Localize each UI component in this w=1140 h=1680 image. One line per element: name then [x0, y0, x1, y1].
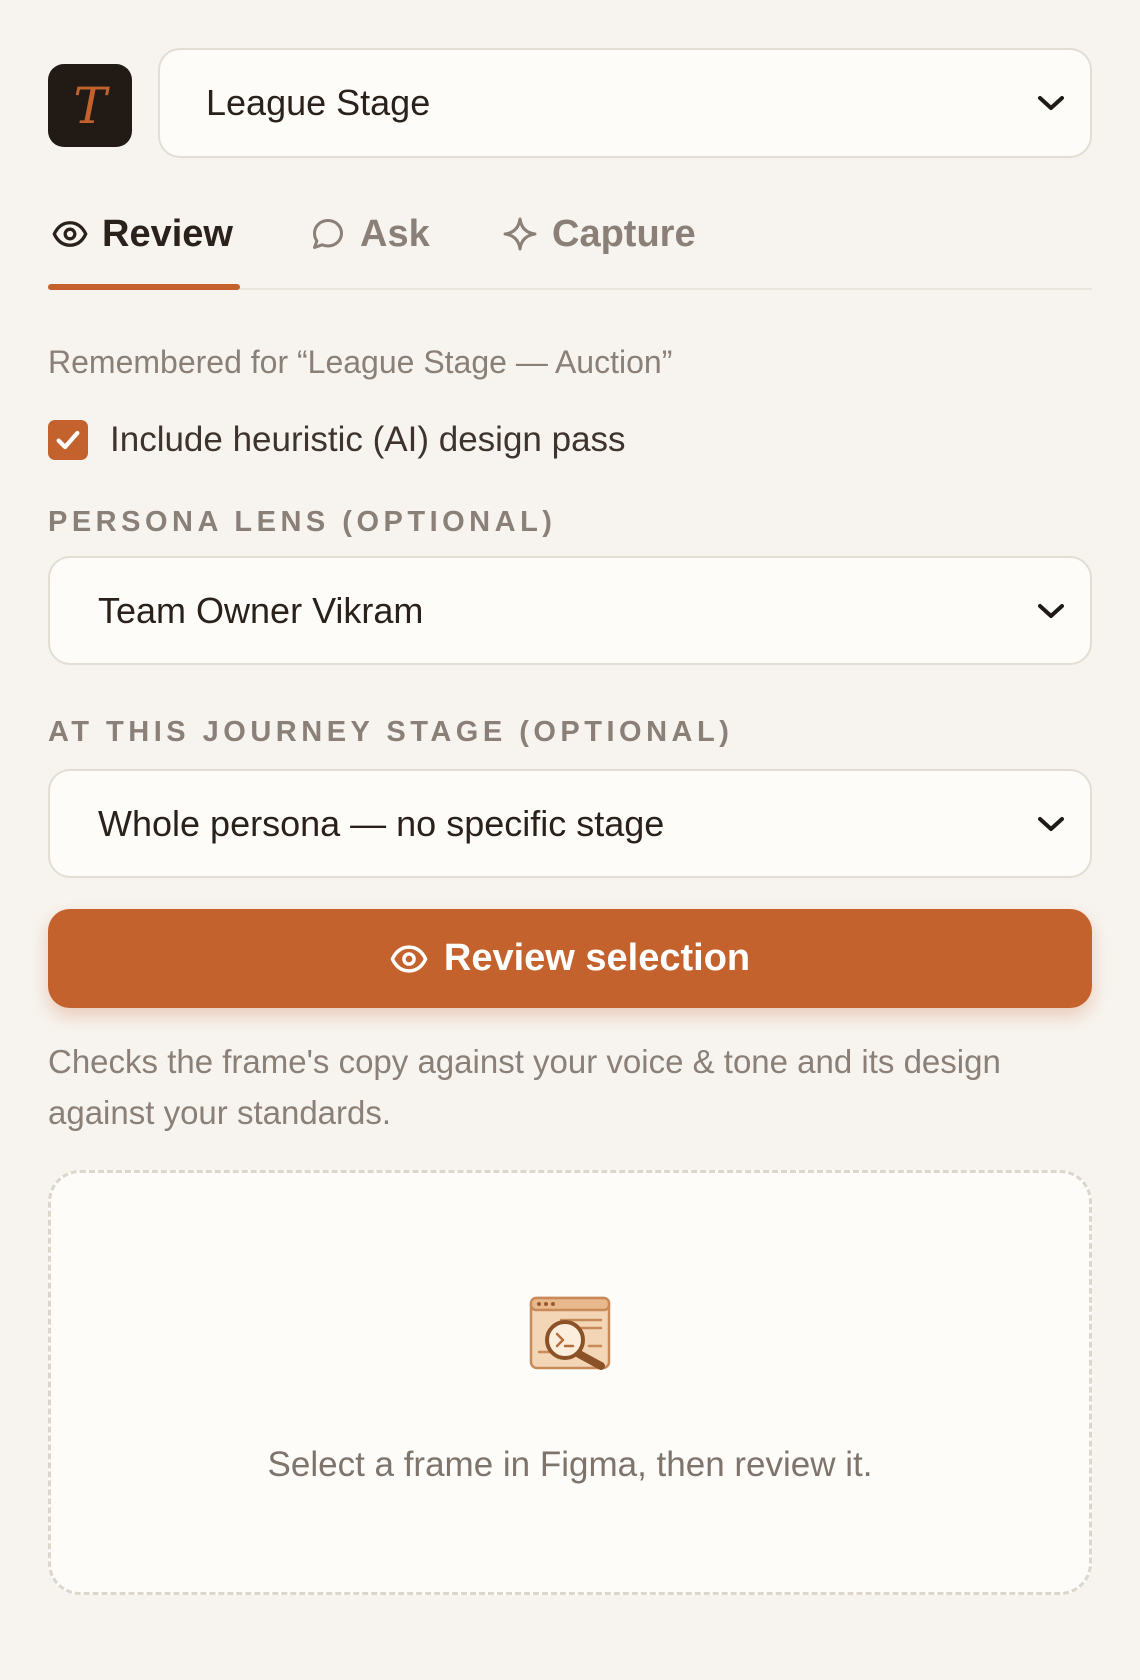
tab-ask-label: Ask [360, 212, 430, 255]
chevron-down-icon [1038, 603, 1064, 618]
empty-state-text: Select a frame in Figma, then review it. [267, 1445, 873, 1484]
review-selection-label: Review selection [443, 937, 751, 979]
project-select[interactable]: League Stage [158, 48, 1092, 158]
tab-capture[interactable]: Capture [502, 210, 696, 258]
heuristic-checkbox-label: Include heuristic (AI) design pass [110, 420, 626, 459]
journey-stage-label: AT THIS JOURNEY STAGE (OPTIONAL) [48, 716, 734, 748]
review-helper-text: Checks the frame's copy against your voi… [48, 1043, 1001, 1131]
persona-lens-label: PERSONA LENS (OPTIONAL) [48, 506, 557, 538]
journey-stage-select[interactable]: Whole persona — no specific stage [48, 769, 1092, 878]
logo-letter: T [73, 76, 107, 135]
journey-stage-select-value: Whole persona — no specific stage [98, 802, 665, 844]
review-panel: T League Stage Review Ask Capture Rememb… [0, 0, 1140, 1680]
checkmark-icon [56, 430, 80, 450]
remembered-context: Remembered for “League Stage — Auction” [48, 344, 673, 380]
review-selection-button[interactable]: Review selection [48, 909, 1092, 1008]
app-logo: T [48, 64, 132, 147]
persona-select[interactable]: Team Owner Vikram [48, 556, 1092, 665]
sparkle-icon [503, 217, 537, 251]
chevron-down-icon [1038, 816, 1064, 831]
tab-bar: Review Ask Capture [48, 200, 1092, 290]
chevron-down-icon [1038, 96, 1064, 110]
eye-icon [390, 944, 428, 973]
persona-select-value: Team Owner Vikram [98, 589, 424, 631]
tab-review[interactable]: Review [52, 210, 233, 258]
empty-state-card: Select a frame in Figma, then review it. [48, 1170, 1092, 1595]
project-select-value: League Stage [206, 82, 431, 123]
eye-icon [52, 221, 88, 247]
heuristic-checkbox-row[interactable]: Include heuristic (AI) design pass [48, 420, 626, 460]
heuristic-checkbox[interactable] [48, 420, 88, 460]
speech-bubble-icon [313, 219, 343, 249]
tab-capture-label: Capture [552, 212, 696, 255]
tab-ask[interactable]: Ask [310, 210, 430, 258]
active-tab-indicator [48, 284, 240, 290]
tab-review-label: Review [102, 212, 233, 255]
magnifier-document-icon [529, 1296, 611, 1370]
